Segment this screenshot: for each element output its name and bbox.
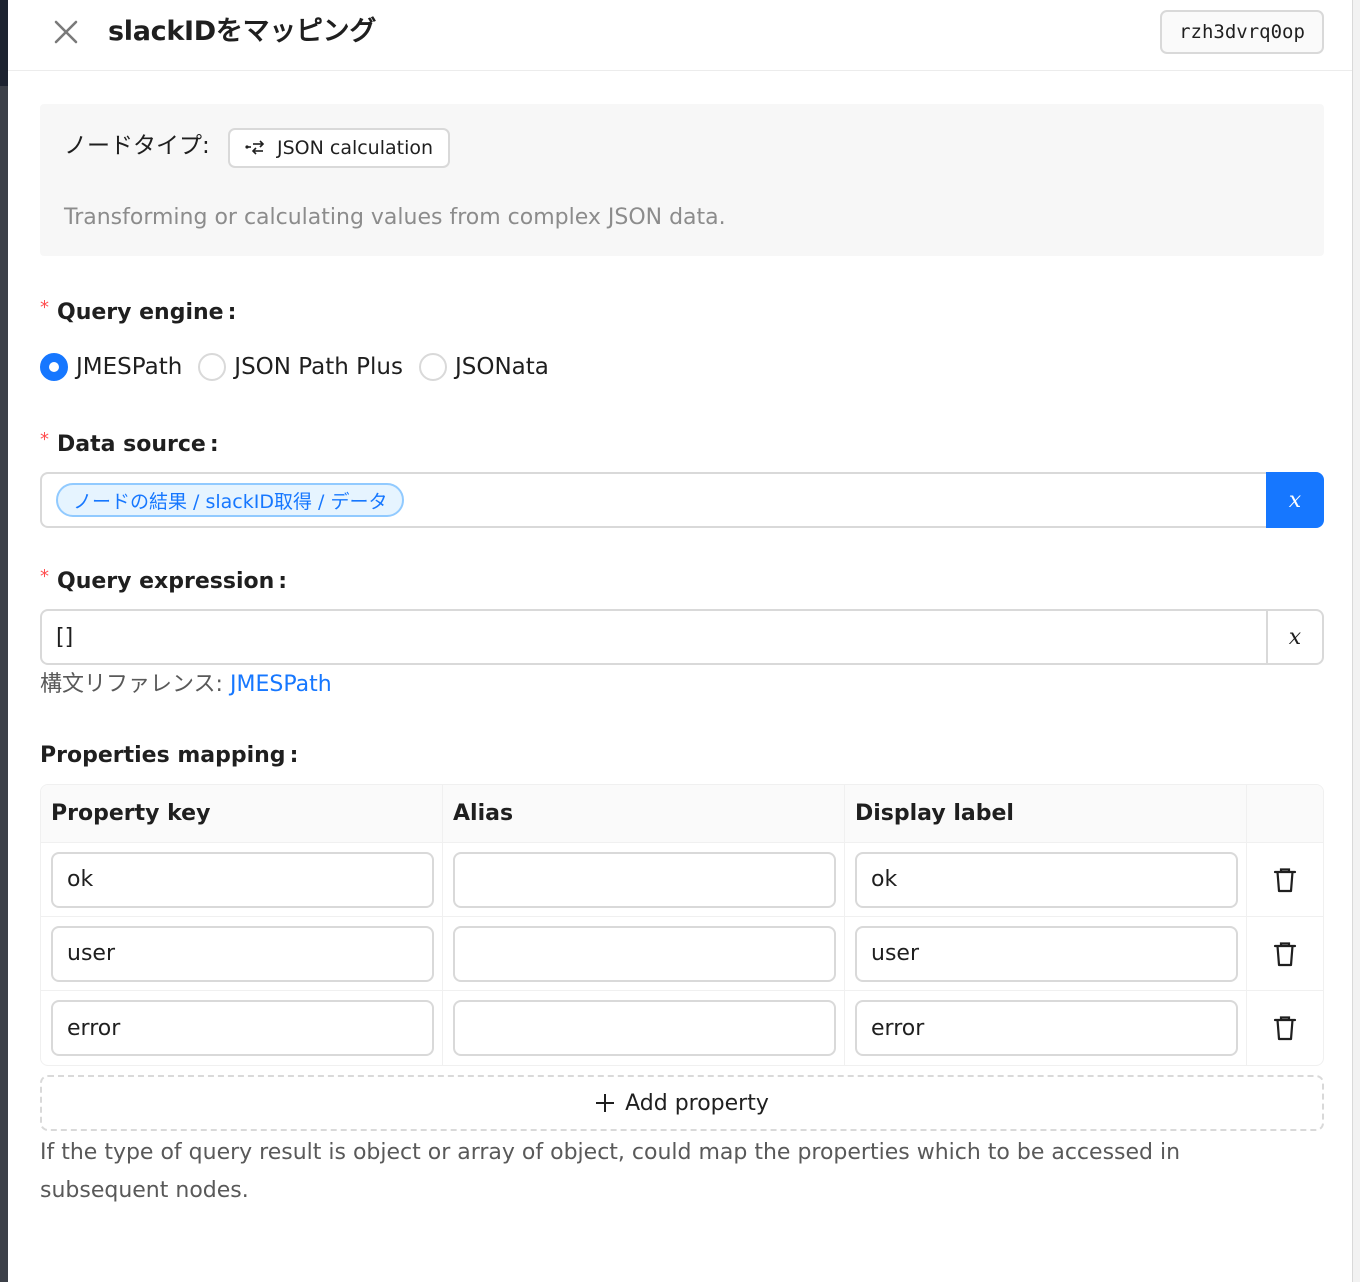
syntax-reference: 構文リファレンス: JMESPath — [40, 672, 332, 697]
query-expression-value: [] — [56, 624, 74, 650]
data-source-input[interactable]: ノードの結果 / slackID取得 / データ — [40, 472, 1266, 528]
display-label-input[interactable]: ok — [855, 851, 1238, 908]
radio-json-path-plus[interactable]: JSON Path Plus — [198, 353, 403, 381]
properties-mapping-label: Properties mapping: — [40, 743, 299, 768]
node-type-info: ノードタイプ: JSON calculation Transforming or… — [40, 104, 1324, 256]
node-config-drawer: slackIDをマッピング rzh3dvrq0op ノードタイプ: JSON c… — [8, 0, 1352, 1282]
node-id-badge[interactable]: rzh3dvrq0op — [1160, 10, 1324, 54]
delete-row-icon[interactable] — [1271, 866, 1299, 894]
radio-jsonata[interactable]: JSONata — [418, 353, 549, 381]
query-expression-input[interactable]: [] — [40, 609, 1266, 665]
required-mark: * — [40, 297, 49, 318]
required-mark: * — [40, 429, 49, 450]
node-type-tag: JSON calculation — [228, 128, 451, 168]
close-icon — [54, 20, 78, 44]
data-source-variable-chip[interactable]: ノードの結果 / slackID取得 / データ — [56, 483, 405, 517]
table-row: ok ok — [41, 843, 1323, 917]
delete-row-icon[interactable] — [1271, 1014, 1299, 1042]
background-app-right — [1352, 0, 1360, 1282]
add-property-button[interactable]: Add property — [40, 1075, 1324, 1131]
background-app-header — [0, 0, 8, 86]
query-expression-field: [] x — [40, 609, 1324, 665]
delete-row-icon[interactable] — [1271, 940, 1299, 968]
node-type-label: ノードタイプ: — [64, 133, 210, 159]
column-header-actions — [1247, 785, 1323, 842]
data-source-field: ノードの結果 / slackID取得 / データ x — [40, 472, 1324, 528]
query-engine-radio-group: JMESPath JSON Path Plus JSONata — [40, 350, 565, 384]
table-row: user user — [41, 917, 1323, 991]
required-mark: * — [40, 566, 49, 587]
close-button[interactable] — [48, 14, 84, 50]
query-expression-label: * Query expression: — [40, 566, 288, 595]
table-header: Property key Alias Display label — [41, 785, 1323, 843]
table-row: error error — [41, 991, 1323, 1065]
property-key-input[interactable]: error — [51, 1000, 434, 1056]
display-label-input[interactable]: error — [855, 1000, 1238, 1056]
radio-indicator[interactable] — [198, 353, 227, 381]
node-type-description: Transforming or calculating values from … — [64, 205, 726, 230]
data-source-variable-button[interactable]: x — [1266, 472, 1324, 528]
jmespath-reference-link[interactable]: JMESPath — [230, 672, 332, 697]
query-engine-label: * Query engine: — [40, 297, 237, 326]
column-header-display-label: Display label — [845, 785, 1247, 842]
drawer-header: slackIDをマッピング rzh3dvrq0op — [8, 0, 1352, 71]
json-calculation-icon — [245, 140, 265, 155]
query-expression-variable-button[interactable]: x — [1266, 609, 1324, 665]
properties-mapping-table: Property key Alias Display label ok ok u… — [40, 784, 1324, 1066]
column-header-alias: Alias — [443, 785, 845, 842]
properties-mapping-help: If the type of query result is object or… — [40, 1140, 1181, 1203]
plus-icon — [596, 1094, 615, 1112]
radio-checked-indicator[interactable] — [40, 353, 68, 381]
alias-input[interactable] — [453, 925, 836, 982]
property-key-input[interactable]: user — [51, 925, 434, 982]
background-app — [0, 0, 8, 1282]
alias-input[interactable] — [453, 851, 836, 908]
display-label-input[interactable]: user — [855, 925, 1238, 982]
property-key-input[interactable]: ok — [51, 851, 434, 908]
alias-input[interactable] — [453, 1000, 836, 1056]
column-header-property-key: Property key — [41, 785, 443, 842]
node-type-value: JSON calculation — [277, 137, 434, 159]
radio-indicator[interactable] — [418, 353, 447, 381]
drawer-title: slackIDをマッピング — [108, 16, 377, 47]
radio-jmespath[interactable]: JMESPath — [40, 353, 182, 381]
data-source-label: * Data source: — [40, 429, 219, 458]
